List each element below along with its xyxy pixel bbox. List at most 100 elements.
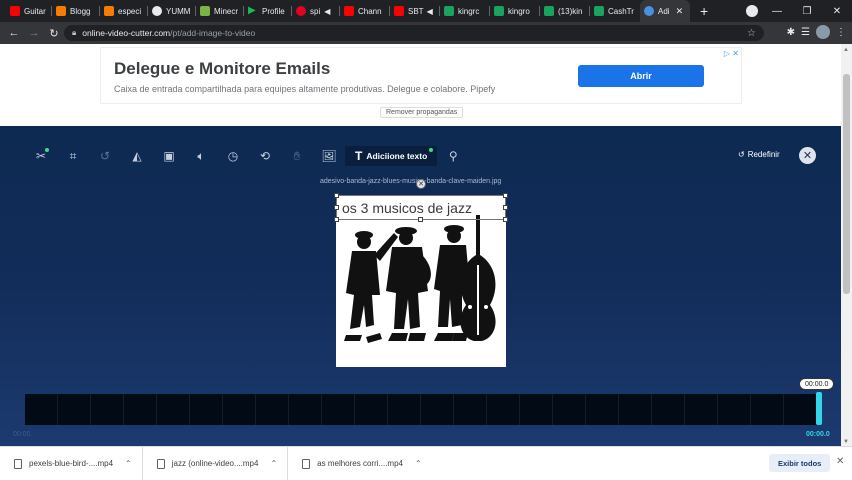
resize-handle-bottom-left[interactable]: [334, 217, 339, 222]
download-name: pexels-blue-bird-....mp4: [29, 459, 114, 468]
resize-handle-left[interactable]: [334, 205, 339, 210]
rotate-icon[interactable]: ↺: [89, 146, 121, 166]
page-scrollbar[interactable]: ▲ ▼: [841, 44, 852, 448]
kingroot-icon: [494, 6, 504, 16]
blogger-icon: [104, 6, 114, 16]
menu-icon[interactable]: ⋮: [836, 27, 846, 38]
ad-open-button[interactable]: Abrir: [578, 65, 704, 87]
extensions-area: ✱ ☰ ⋮: [787, 25, 846, 39]
close-window-icon[interactable]: ✕: [822, 6, 852, 17]
chevron-up-icon[interactable]: ⌃: [415, 459, 422, 468]
reset-button[interactable]: ↺ Redefinir: [738, 150, 780, 159]
flip-icon[interactable]: ◭: [121, 146, 153, 166]
file-icon: [156, 458, 165, 469]
browser-tab[interactable]: ▶ Profile: [244, 0, 292, 22]
browser-tab[interactable]: CashTr: [590, 0, 640, 22]
forward-icon[interactable]: →: [24, 27, 44, 39]
browser-tab-active[interactable]: Adi ✕: [640, 0, 690, 22]
close-editor-button[interactable]: ✕: [799, 147, 816, 164]
tab-label: especi: [118, 6, 142, 16]
overlay-text[interactable]: os 3 musicos de jazz: [342, 200, 472, 216]
add-image-icon[interactable]: 🖼︎: [313, 146, 345, 166]
reading-list-icon[interactable]: ☰: [801, 27, 810, 38]
minimize-icon[interactable]: —: [762, 6, 792, 17]
loop-icon[interactable]: ⟲: [249, 146, 281, 166]
tab-label: SBT: [408, 6, 424, 16]
back-icon[interactable]: ←: [4, 27, 24, 39]
browser-tab[interactable]: YUMM: [148, 0, 196, 22]
resize-icon[interactable]: ▣: [153, 146, 185, 166]
pinterest-icon: [296, 6, 306, 16]
youtube-icon: [10, 6, 20, 16]
timeline-track[interactable]: [25, 394, 819, 425]
browser-tab[interactable]: kingro: [490, 0, 540, 22]
tab-search-icon[interactable]: [746, 5, 758, 17]
tab-label: kingro: [508, 6, 530, 16]
browser-tab[interactable]: Guitar: [0, 0, 52, 22]
crop-icon[interactable]: ⌗: [57, 146, 89, 166]
browser-tab[interactable]: spi ◀: [292, 0, 340, 22]
stabilize-icon[interactable]: ✋︎: [281, 146, 313, 166]
browser-tab[interactable]: (13)kin: [540, 0, 590, 22]
resize-handle-bottom[interactable]: [418, 217, 423, 222]
scroll-down-icon[interactable]: ▼: [843, 439, 849, 445]
remove-ads-button[interactable]: Remover propagandas: [380, 107, 464, 118]
download-item[interactable]: as melhores corri....mp4 ⌃: [288, 447, 432, 480]
profile-avatar-icon[interactable]: [816, 25, 830, 39]
timeline-end-time: 00:00.0: [806, 431, 830, 438]
chevron-up-icon[interactable]: ⌃: [125, 459, 132, 468]
text-icon: T: [355, 149, 363, 163]
site-icon: [644, 6, 654, 16]
reset-icon: ↺: [738, 150, 745, 159]
remove-logo-icon[interactable]: ⚲: [437, 146, 469, 166]
browser-tab[interactable]: SBT ◀: [390, 0, 440, 22]
maximize-icon[interactable]: ❐: [792, 6, 822, 17]
ad-area: Delegue e Monitore Emails Caixa de entra…: [0, 44, 841, 126]
address-bar: ← → ↻ 🔒︎ online-video-cutter.com/pt/add-…: [0, 22, 852, 44]
tab-label: spi: [310, 6, 321, 16]
browser-tab[interactable]: kingrc: [440, 0, 490, 22]
ad-info-icon[interactable]: ▷ ✕: [724, 49, 739, 58]
volume-icon[interactable]: 🔈︎: [185, 146, 217, 166]
browser-tab[interactable]: Chann: [340, 0, 390, 22]
browser-tab[interactable]: Minecr: [196, 0, 244, 22]
kingroot-icon: [444, 6, 454, 16]
download-item[interactable]: pexels-blue-bird-....mp4 ⌃: [0, 446, 143, 480]
timeline-start-time: 00:00.: [13, 431, 33, 438]
scissors-icon[interactable]: ✂: [25, 146, 57, 166]
ad-banner[interactable]: Delegue e Monitore Emails Caixa de entra…: [100, 47, 742, 104]
resize-handle-bottom-right[interactable]: [503, 217, 508, 222]
play-icon: ▶: [248, 5, 256, 16]
tab-label: Adi: [658, 6, 670, 16]
scroll-up-icon[interactable]: ▲: [843, 47, 849, 53]
tab-label: (13)kin: [558, 6, 583, 16]
minecraft-icon: [200, 6, 210, 16]
resize-handle-right[interactable]: [503, 205, 508, 210]
scroll-thumb[interactable]: [843, 74, 850, 294]
show-all-downloads-button[interactable]: Exibir todos: [769, 454, 831, 472]
tab-label: Minecr: [214, 6, 239, 16]
lock-icon: 🔒︎: [72, 28, 77, 37]
editor-toolbar: ✂ ⌗ ↺ ◭ ▣ 🔈︎ ◷ ⟲ ✋︎ 🖼︎ T Adiciione texto…: [25, 146, 469, 166]
resize-handle-top-left[interactable]: [334, 193, 339, 198]
add-text-tool[interactable]: T Adiciione texto: [345, 146, 438, 166]
resize-handle-top-right[interactable]: [503, 193, 508, 198]
new-tab-button[interactable]: +: [700, 3, 708, 19]
browser-tab[interactable]: Blogg: [52, 0, 100, 22]
extensions-icon[interactable]: ✱: [787, 27, 795, 38]
url-field[interactable]: 🔒︎ online-video-cutter.com/pt/add-image-…: [64, 25, 764, 41]
tab-label: CashTr: [608, 6, 634, 16]
close-downloads-icon[interactable]: ✕: [836, 456, 844, 467]
speed-icon[interactable]: ◷: [217, 146, 249, 166]
browser-tab[interactable]: especi: [100, 0, 148, 22]
reload-icon[interactable]: ↻: [44, 27, 64, 40]
bookmark-star-icon[interactable]: ☆: [747, 28, 756, 39]
ad-title[interactable]: Delegue e Monitore Emails: [114, 59, 330, 79]
close-tab-icon[interactable]: ✕: [676, 6, 684, 17]
timeline-playhead[interactable]: [816, 392, 822, 425]
chevron-up-icon[interactable]: ⌃: [270, 459, 277, 468]
file-name: adesivo-banda-jazz-blues-musica-banda-cl…: [320, 178, 502, 185]
remove-text-icon[interactable]: ✕: [416, 179, 426, 189]
tab-label: Profile: [262, 6, 285, 16]
download-item[interactable]: jazz (online-video....mp4 ⌃: [143, 446, 289, 480]
